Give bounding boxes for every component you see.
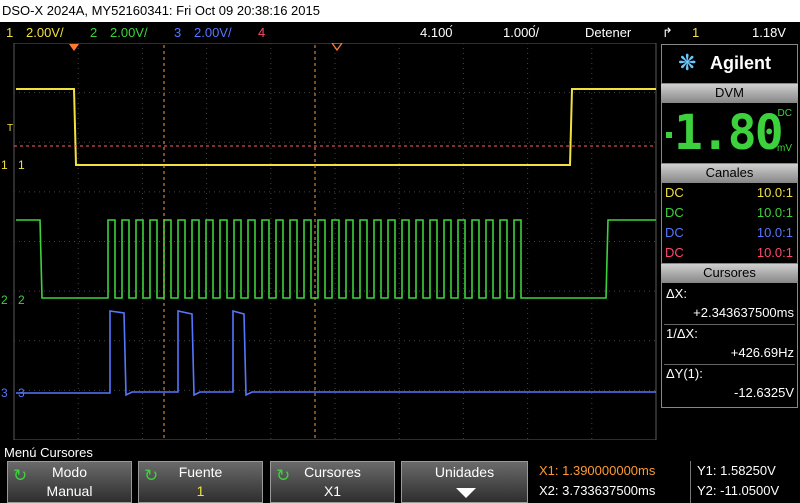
units-label: Unidades: [434, 464, 495, 480]
ch4-probe: 10.0:1: [756, 245, 793, 260]
right-info-panel: ❋ Agilent DVM 1.80 DC mV Canales DC 10.0…: [660, 43, 800, 440]
cursors-softkey[interactable]: ↻ Cursores X1: [270, 461, 395, 503]
ch4-number[interactable]: 4: [258, 22, 265, 43]
cursors-readout: ΔX: +2.343637500ms 1/ΔX: +426.69Hz ΔY(1)…: [661, 282, 798, 408]
cursor-values: X1: 1.390000000ms X2: 3.733637500ms Y1: …: [535, 461, 800, 503]
dvm-header[interactable]: DVM: [661, 84, 798, 102]
ch3-probe: 10.0:1: [756, 225, 793, 240]
ch2-coupling: DC: [665, 205, 684, 220]
channel-row-2[interactable]: DC 10.0:1: [665, 205, 793, 224]
source-value: 1: [196, 483, 205, 499]
ch3-label: 3: [18, 386, 25, 400]
agilent-spark-icon: ❋: [678, 50, 697, 75]
ch1-ground-marker: 1: [1, 158, 8, 172]
ch2-label: 2: [18, 293, 25, 307]
source-softkey[interactable]: ↻ Fuente 1: [138, 461, 263, 503]
ch3-scale[interactable]: 2.00V/: [194, 22, 232, 43]
ch1-scale[interactable]: 2.00V/: [26, 22, 64, 43]
ch1-label: 1: [18, 158, 25, 172]
ch2-number[interactable]: 2: [90, 22, 97, 43]
mode-value: Manual: [46, 483, 93, 499]
mode-label: Modo: [51, 464, 88, 480]
channel-row-3[interactable]: DC 10.0:1: [665, 225, 793, 244]
source-label: Fuente: [178, 464, 223, 480]
dvm-status-dot: [666, 132, 672, 138]
brand-box: ❋ Agilent: [661, 44, 798, 84]
trigger-source[interactable]: 1: [692, 22, 699, 43]
inv-delta-x-label: 1/ΔX:: [666, 326, 698, 341]
trigger-level[interactable]: 1.18V: [752, 22, 786, 43]
delta-x-label: ΔX:: [666, 286, 687, 301]
run-state[interactable]: Detener: [585, 22, 631, 43]
inv-delta-x-value: +426.69Hz: [730, 345, 794, 360]
ch3-coupling: DC: [665, 225, 684, 240]
menu-title: Menú Cursores: [4, 445, 93, 460]
divider: [664, 324, 795, 325]
channel-status-bar: 1 2.00V/ 2 2.00V/ 3 2.00V/ 4 4.100́ 1.00…: [0, 22, 800, 43]
ch2-probe: 10.0:1: [756, 205, 793, 220]
ch2-ground-marker: 2: [1, 293, 8, 307]
mode-softkey[interactable]: ↻ Modo Manual: [7, 461, 132, 503]
waveform-display[interactable]: 1 1 T 2 2 3 3: [0, 43, 660, 440]
divider: [664, 364, 795, 365]
ch2-scale[interactable]: 2.00V/: [110, 22, 148, 43]
timebase-scale[interactable]: 1.000́/: [503, 22, 539, 43]
trigger-edge-icon: ↱: [662, 25, 673, 40]
dvm-display: 1.80 DC mV: [661, 102, 798, 164]
ch4-coupling: DC: [665, 245, 684, 260]
submenu-arrow-icon: [456, 488, 476, 498]
ch1-number[interactable]: 1: [6, 22, 13, 43]
divider: [690, 461, 691, 503]
window-title: DSO-X 2024A, MY52160341: Fri Oct 09 20:3…: [0, 0, 800, 22]
dvm-reading: 1.80: [674, 105, 784, 161]
cursors-label: Cursores: [304, 464, 361, 480]
cursors-header[interactable]: Cursores: [661, 264, 798, 282]
ch1-coupling: DC: [665, 185, 684, 200]
dvm-unit-top: DC: [777, 108, 792, 119]
cursor-y2-readout: Y2: -11.0500V: [697, 483, 780, 498]
brand-logo: Agilent: [710, 53, 771, 73]
channels-list: DC 10.0:1 DC 10.0:1 DC 10.0:1 DC 10.0:1: [661, 182, 798, 264]
dvm-unit-bottom: mV: [777, 143, 792, 154]
cursors-value: X1: [323, 483, 342, 499]
channels-header[interactable]: Canales: [661, 164, 798, 182]
cursor-x1-readout: X1: 1.390000000ms: [539, 463, 656, 478]
delta-y-value: -12.6325V: [734, 385, 794, 400]
ch3-number[interactable]: 3: [174, 22, 181, 43]
delta-x-value: +2.343637500ms: [693, 305, 794, 320]
channel-row-4[interactable]: DC 10.0:1: [665, 245, 793, 264]
cursor-y1-readout: Y1: 1.58250V: [697, 463, 776, 478]
ch3-ground-marker: 3: [1, 386, 8, 400]
channel-row-1[interactable]: DC 10.0:1: [665, 185, 793, 204]
ch1-probe: 10.0:1: [756, 185, 793, 200]
trigger-level-marker: T: [7, 123, 13, 134]
cursor-x2-readout: X2: 3.733637500ms: [539, 483, 656, 498]
units-softkey[interactable]: Unidades: [401, 461, 528, 503]
delta-y-label: ΔY(1):: [666, 366, 703, 381]
horizontal-delay[interactable]: 4.100́: [420, 22, 453, 43]
